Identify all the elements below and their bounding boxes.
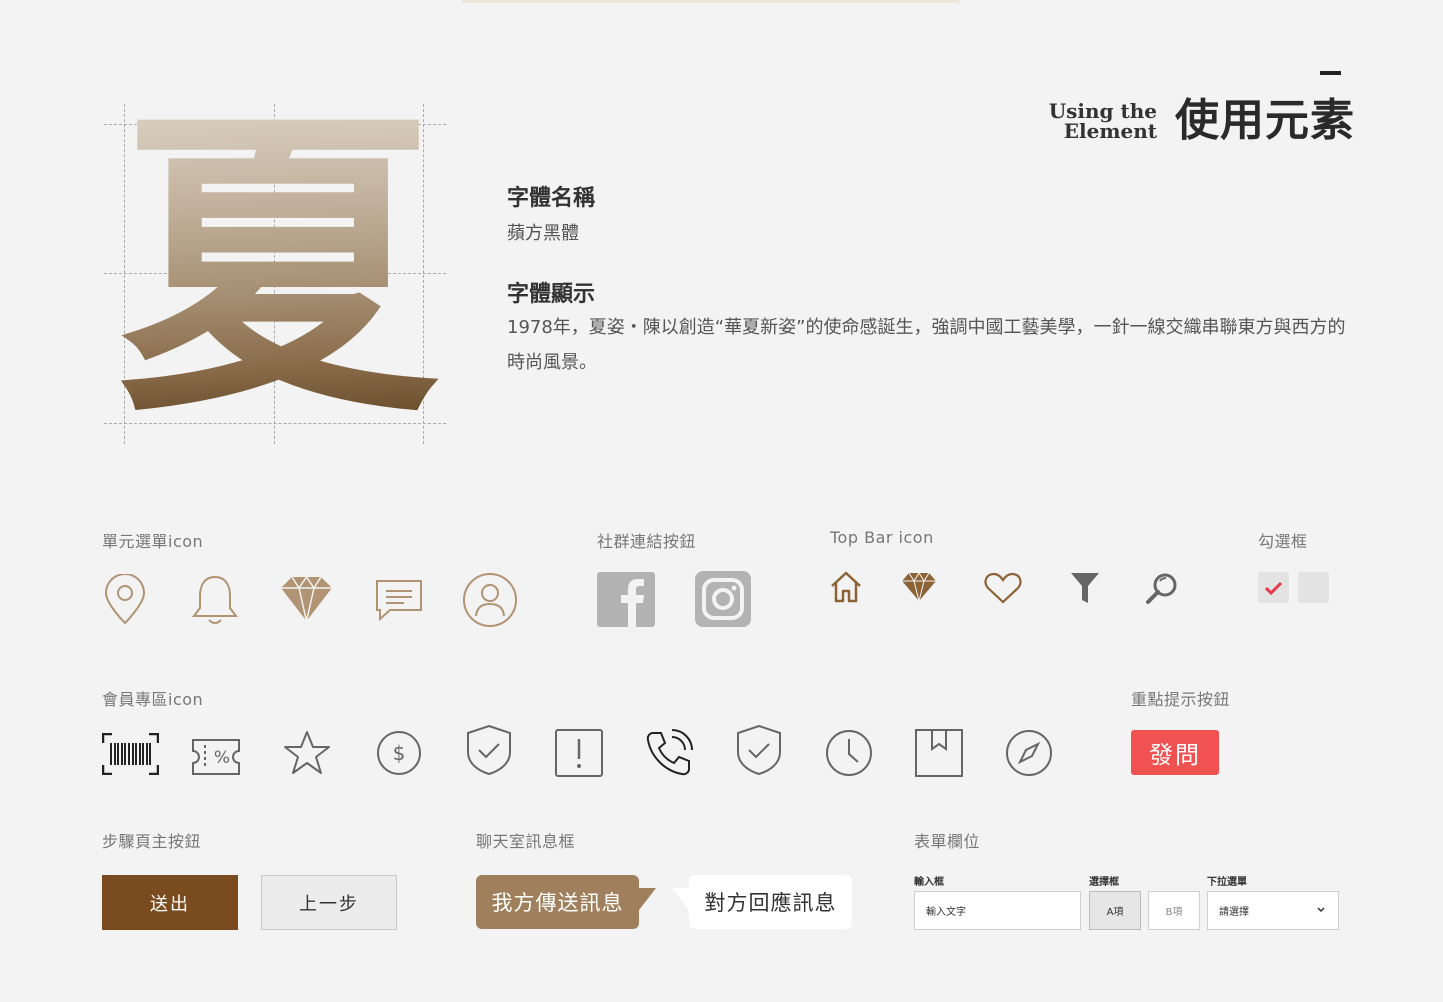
check-icon — [1264, 581, 1283, 596]
diamond-icon[interactable] — [279, 575, 334, 623]
user-icon[interactable] — [462, 572, 518, 628]
dollar-icon[interactable]: $ — [376, 730, 422, 776]
clock-icon[interactable] — [825, 729, 873, 777]
ask-button[interactable]: 發問 — [1131, 730, 1219, 775]
coupon-icon[interactable]: % — [192, 739, 240, 775]
text-input-value: 輸入文字 — [926, 907, 966, 918]
form-fields-label: 表單欄位 — [914, 832, 981, 851]
sample-character: 夏 — [113, 104, 443, 434]
bookmark-icon[interactable] — [915, 729, 963, 777]
font-name-value: 蘋方黑體 — [507, 223, 579, 244]
star-icon[interactable] — [283, 730, 331, 776]
filter-icon[interactable] — [1070, 572, 1100, 604]
shield-check-icon[interactable] — [465, 724, 513, 776]
chat-icon[interactable] — [374, 578, 424, 622]
home-icon[interactable] — [829, 570, 863, 604]
previous-step-button[interactable]: 上一步 — [261, 875, 397, 930]
dropdown-select[interactable]: 請選擇 — [1207, 891, 1339, 930]
alert-icon[interactable] — [555, 729, 603, 777]
radio-label: 選擇框 — [1089, 877, 1119, 888]
received-message-bubble: 對方回應訊息 — [689, 875, 852, 929]
svg-text:$: $ — [393, 741, 406, 765]
font-sample-glyph: 夏 — [104, 104, 446, 444]
phone-icon[interactable] — [645, 729, 693, 777]
title-line-1: Using the — [1048, 99, 1157, 123]
dropdown-label: 下拉選單 — [1207, 877, 1247, 888]
compass-icon[interactable] — [1005, 729, 1053, 777]
checkbox-checked[interactable] — [1258, 572, 1289, 603]
menu-icons-label: 單元選單icon — [102, 532, 204, 551]
sent-bubble-tail — [636, 888, 656, 914]
bell-icon[interactable] — [190, 574, 240, 626]
step-buttons-label: 步驟頁主按鈕 — [102, 832, 202, 851]
checkbox-label: 勾選框 — [1258, 532, 1308, 551]
title-dash — [1320, 71, 1341, 75]
option-b[interactable]: B項 — [1148, 891, 1200, 930]
member-icons-label: 會員專區icon — [102, 690, 204, 709]
section-title-english: Using the Element — [1040, 101, 1157, 141]
font-name-heading: 字體名稱 — [507, 186, 596, 211]
font-display-text: 1978年，夏姿・陳以創造“華夏新姿”的使命感誕生，強調中國工藝美學，一針一線交… — [507, 317, 1346, 373]
heart-icon[interactable] — [984, 572, 1022, 604]
location-pin-icon[interactable] — [102, 574, 148, 626]
search-icon[interactable] — [1145, 571, 1179, 605]
top-accent-line — [462, 0, 959, 3]
dropdown-value: 請選擇 — [1219, 907, 1249, 918]
diamond-icon[interactable] — [901, 572, 937, 602]
text-input[interactable]: 輸入文字 — [914, 891, 1081, 930]
highlight-button-label: 重點提示按鈕 — [1131, 690, 1231, 709]
title-line-2: Element — [1063, 119, 1157, 143]
barcode-icon[interactable] — [102, 733, 159, 775]
submit-button[interactable]: 送出 — [102, 875, 238, 930]
instagram-icon[interactable] — [695, 571, 751, 627]
sent-message-bubble: 我方傳送訊息 — [476, 875, 639, 929]
input-field-label: 輸入框 — [914, 877, 944, 888]
facebook-icon[interactable] — [597, 572, 655, 627]
shield-check-icon[interactable] — [735, 724, 783, 776]
option-a-selected[interactable]: A項 — [1089, 891, 1141, 930]
chevron-down-icon — [1317, 907, 1325, 913]
font-display-heading: 字體顯示 — [507, 282, 596, 307]
checkbox-unchecked[interactable] — [1298, 572, 1329, 603]
social-buttons-label: 社群連結按鈕 — [597, 532, 697, 551]
chat-box-label: 聊天室訊息框 — [476, 832, 576, 851]
section-title-chinese: 使用元素 — [1175, 95, 1355, 146]
topbar-icons-label: Top Bar icon — [830, 528, 934, 547]
svg-text:%: % — [214, 748, 230, 768]
